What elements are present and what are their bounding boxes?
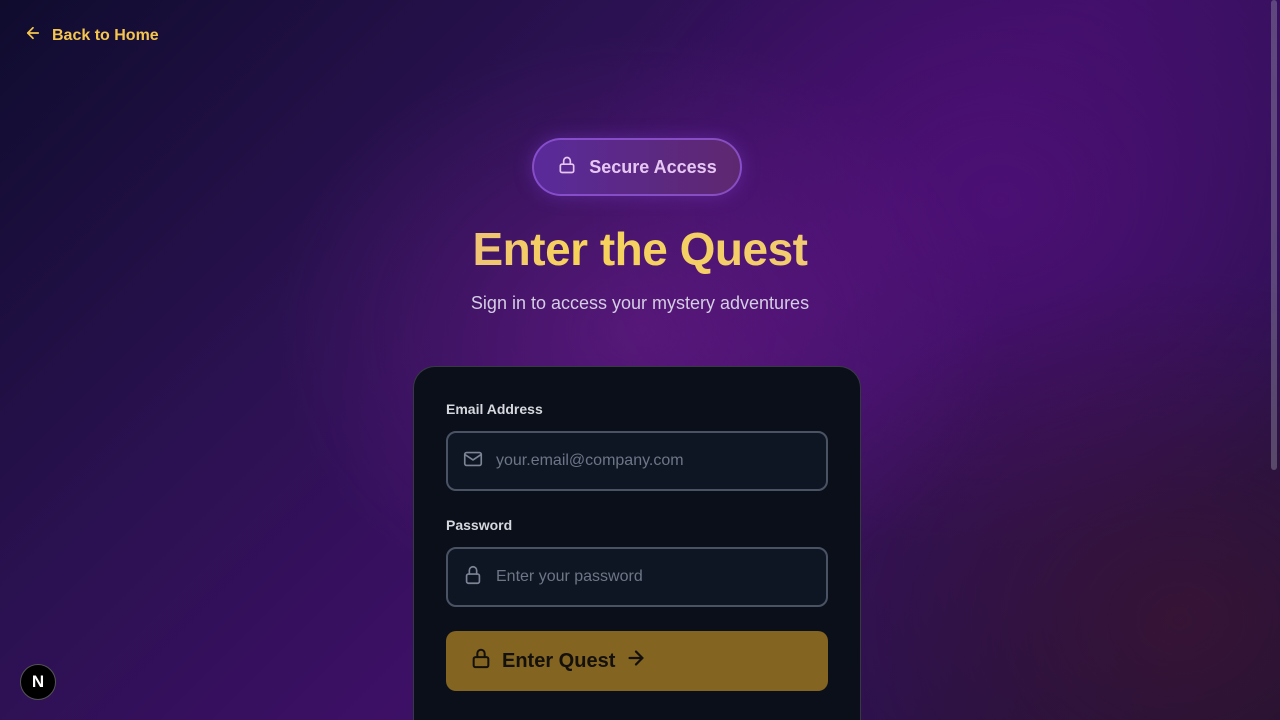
enter-quest-label: Enter Quest — [502, 649, 616, 672]
sign-in-card: Email Address Password Enter Quest — [413, 366, 861, 720]
secure-access-label: Secure Access — [589, 156, 717, 177]
password-input[interactable] — [496, 549, 826, 605]
lock-icon — [557, 155, 577, 180]
dev-tools-indicator[interactable]: N — [20, 664, 56, 700]
arrow-left-icon — [24, 24, 42, 47]
lock-icon — [470, 647, 492, 675]
page-subtitle: Sign in to access your mystery adventure… — [470, 293, 810, 313]
back-to-home-link[interactable]: Back to Home — [24, 24, 159, 47]
email-label: Email Address — [446, 401, 543, 417]
page-scrollbar[interactable] — [1271, 0, 1277, 470]
arrow-right-icon — [625, 647, 647, 675]
lock-icon — [448, 564, 484, 591]
password-label: Password — [446, 517, 513, 533]
password-field-wrapper — [446, 547, 828, 607]
enter-quest-button[interactable]: Enter Quest — [446, 631, 828, 691]
page-title: Enter the Quest — [0, 222, 1280, 276]
secure-access-badge: Secure Access — [532, 138, 742, 196]
email-input[interactable] — [496, 433, 826, 489]
back-to-home-label: Back to Home — [52, 26, 159, 44]
mail-icon — [448, 448, 484, 475]
email-field-wrapper — [446, 431, 828, 491]
